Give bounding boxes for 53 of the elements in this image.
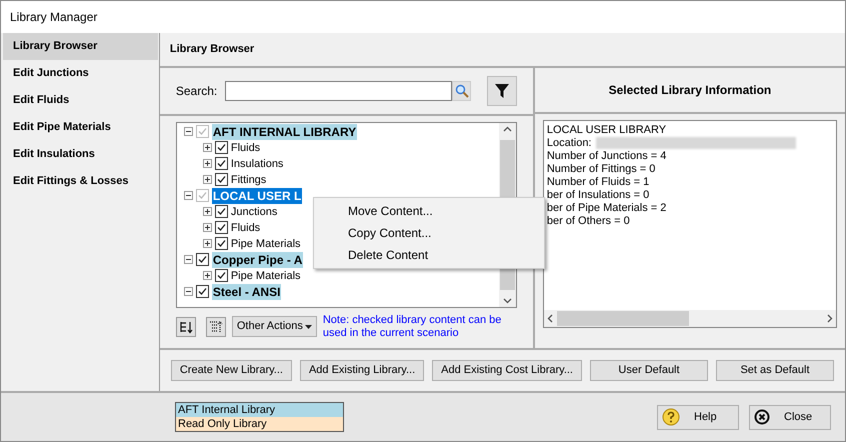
caret-icon [304,324,312,329]
action-button[interactable]: Add Existing Cost Library... [432,360,582,381]
action-button[interactable]: Add Existing Library... [300,360,424,381]
tree-node[interactable]: Pipe Materials [230,268,301,284]
expand-all-icon[interactable] [176,316,196,337]
sidebar-item[interactable]: Edit Fittings & Losses [3,168,158,195]
checkbox[interactable] [196,285,209,298]
info-title: Selected Library Information [608,82,772,99]
scroll-left-icon[interactable] [546,314,553,323]
search-field[interactable] [225,80,452,101]
info-line: ber of Insulations = 0 [546,188,650,202]
note-text: Note: checked library content can be used in the current scenario [322,314,502,340]
horizontal-scrollbar[interactable] [544,310,836,327]
other-actions-dropdown[interactable]: Other Actions [232,316,317,338]
search-label: Search: [176,82,218,100]
expand-icon[interactable] [202,271,212,280]
legend-item: AFT Internal Library [176,403,343,417]
checkbox[interactable] [214,269,228,282]
filter-icon[interactable] [487,76,517,106]
scroll-down-icon[interactable] [502,298,512,304]
window-title: Library Manager [10,9,98,26]
sidebar-item[interactable]: Edit Fluids [3,87,158,114]
close-button[interactable]: Close [749,404,831,430]
info-line: ber of Others = 0 [546,214,630,228]
sidebar-item[interactable]: Library Browser [3,33,158,60]
help-button[interactable]: Help [657,404,739,430]
sidebar-item[interactable]: Edit Junctions [3,60,158,87]
scroll-up-icon[interactable] [502,126,512,132]
scroll-right-icon[interactable] [827,314,833,323]
info-line: Number of Fluids = 1 [546,176,650,189]
sidebar-item[interactable]: Edit Pipe Materials [3,114,158,141]
search-icon[interactable] [452,80,472,101]
tree-node[interactable]: Copper Pipe - A [212,252,304,268]
collapse-icon[interactable] [184,255,193,264]
action-button[interactable]: Create New Library... [170,360,292,381]
close-icon [754,409,770,425]
menu-item[interactable]: Copy Content... [314,222,544,244]
legend-item: Read Only Library [176,417,343,431]
action-button[interactable]: Set as Default [716,360,834,381]
action-button[interactable]: User Default [590,360,708,381]
sidebar-item[interactable]: Edit Insulations [3,141,158,168]
checkbox[interactable] [196,253,209,266]
info-line: ber of Pipe Materials = 2 [546,202,666,215]
collapse-all-icon[interactable] [206,316,226,337]
menu-item[interactable]: Delete Content [314,244,544,266]
help-icon [662,408,680,426]
tree-node[interactable]: Steel - ANSI [212,284,282,300]
info-line: Number of Junctions = 4 [546,150,666,163]
menu-item[interactable]: Move Content... [314,200,544,222]
info-line: Number of Fittings = 0 [546,162,656,176]
info-line: Location: [546,136,592,150]
collapse-icon[interactable] [184,287,193,296]
info-line: LOCAL USER LIBRARY [546,124,666,137]
